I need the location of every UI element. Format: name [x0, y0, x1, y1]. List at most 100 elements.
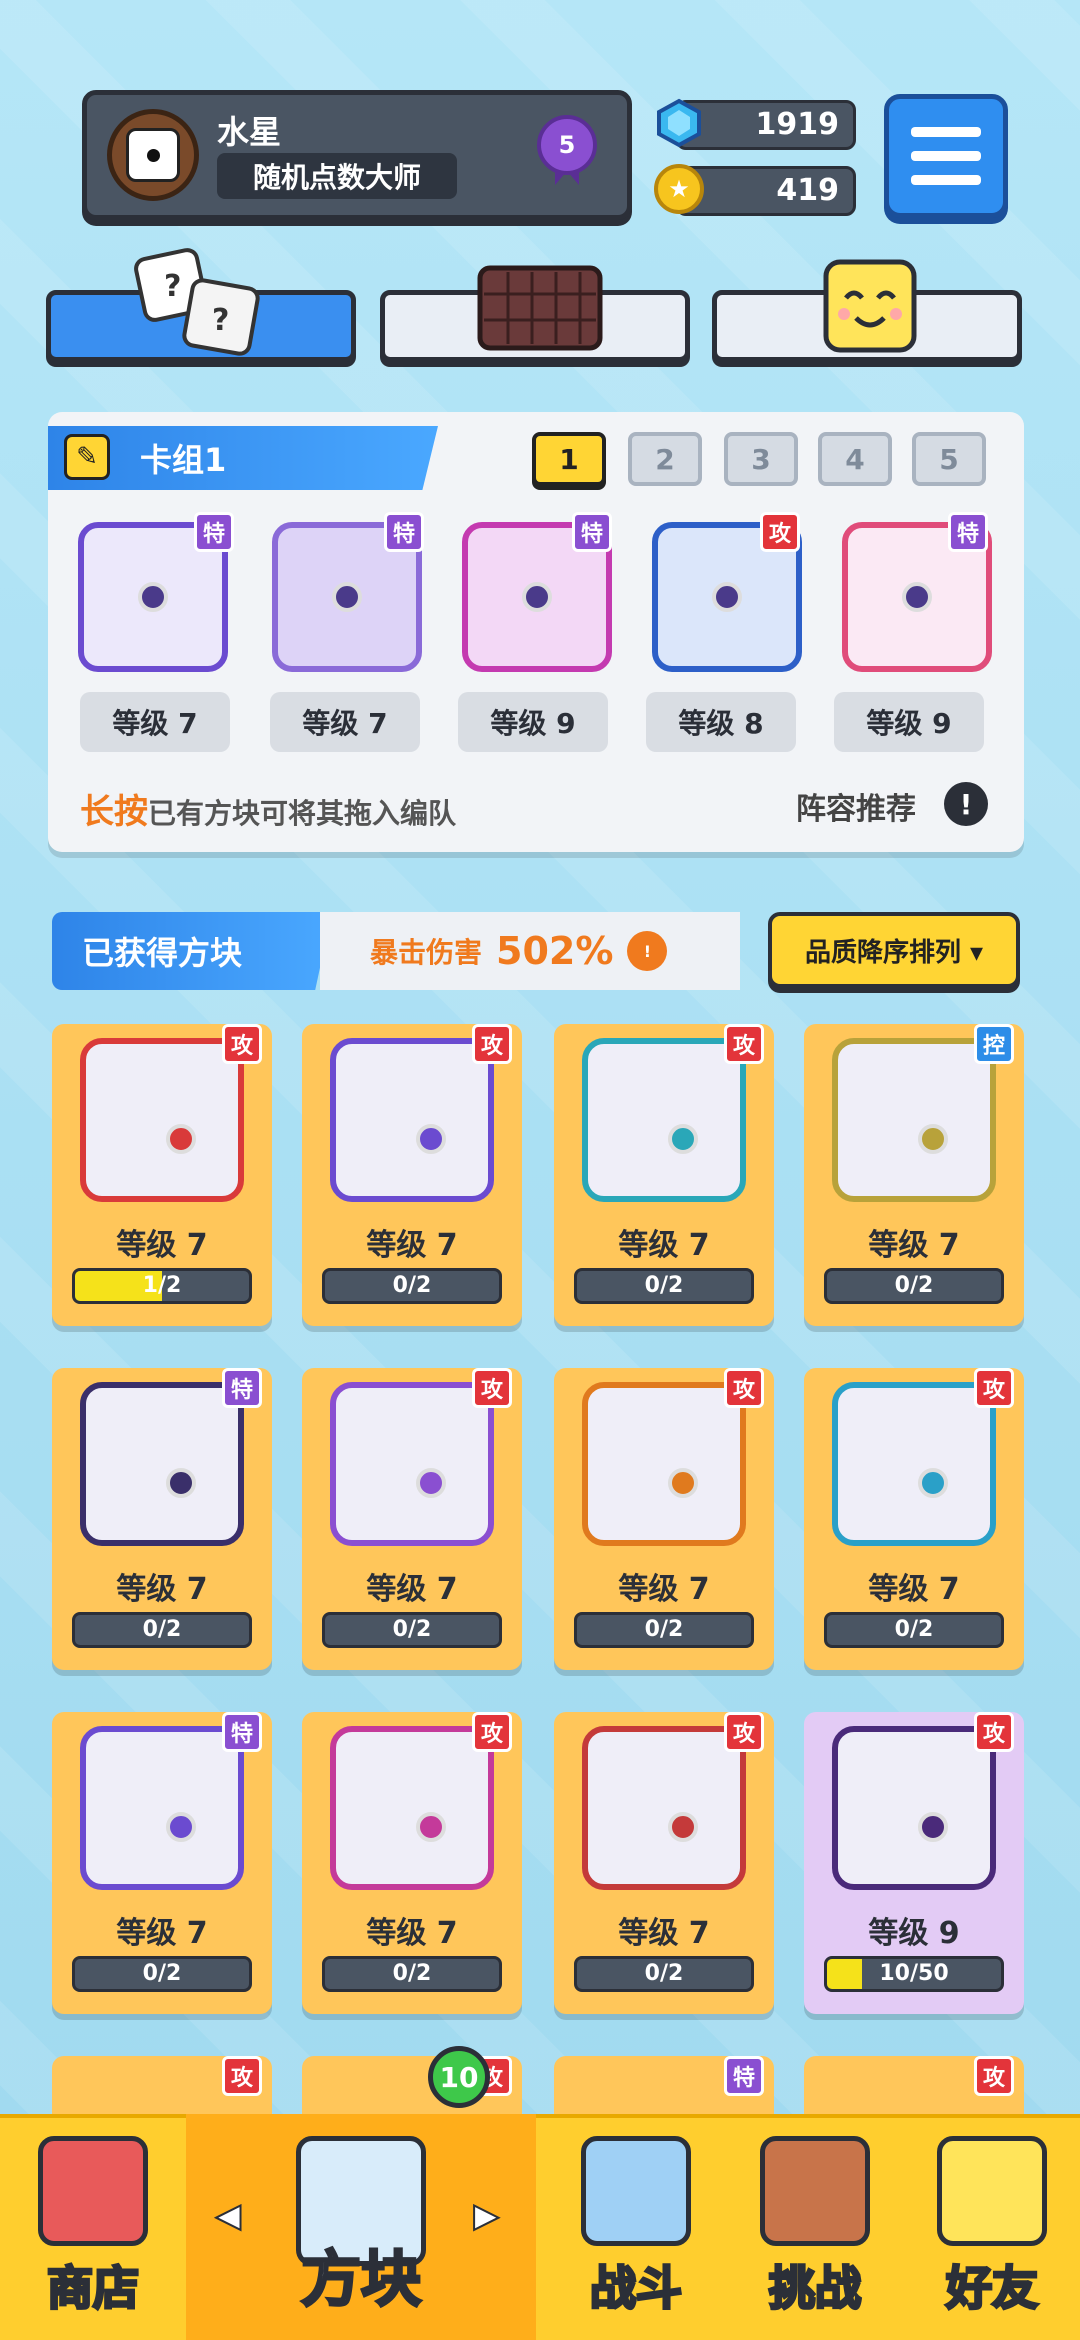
type-tag: 特 — [948, 512, 988, 552]
block-card[interactable]: 攻等级 7 0/2 — [302, 1024, 522, 1326]
block-card[interactable]: 攻等级 7 0/2 — [554, 1024, 774, 1326]
block-art — [832, 1726, 996, 1890]
card-level: 等级 7 — [270, 692, 420, 752]
progress-bar: 0/2 — [824, 1268, 1004, 1304]
block-card[interactable]: 攻等级 7 0/2 — [804, 1368, 1024, 1670]
block-art — [832, 1038, 996, 1202]
type-tag: 攻 — [724, 1024, 764, 1064]
nav-blocks-label: 方块 — [300, 2244, 423, 2317]
dice-icon — [126, 128, 180, 182]
nav-challenge-label: 挑战 — [768, 2260, 863, 2317]
block-pip — [918, 1468, 948, 1498]
progress-bar: 0/2 — [574, 1612, 754, 1648]
block-card[interactable]: 攻等级 7 0/2 — [302, 1368, 522, 1670]
block-pip — [166, 1812, 196, 1842]
progress-text: 0/2 — [644, 1273, 684, 1298]
progress-text: 1/2 — [142, 1273, 182, 1298]
friend-robot-icon — [937, 2136, 1047, 2246]
deck-slot-1[interactable]: 1 — [532, 432, 606, 486]
edit-icon[interactable]: ✎ — [64, 434, 110, 480]
dice-pair-icon: ? ? — [134, 248, 260, 356]
block-pip — [918, 1124, 948, 1154]
type-tag: 攻 — [472, 1368, 512, 1408]
block-pip — [668, 1812, 698, 1842]
next-arrow[interactable]: ▶ — [473, 2195, 500, 2235]
prev-arrow[interactable]: ◀ — [215, 2195, 242, 2235]
block-pip — [416, 1468, 446, 1498]
nav-challenge[interactable]: 挑战 — [726, 2114, 904, 2340]
block-card[interactable]: 控等级 7 0/2 — [804, 1024, 1024, 1326]
shop-icon — [38, 2136, 148, 2246]
block-art — [582, 1038, 746, 1202]
block-art — [80, 1038, 244, 1202]
progress-bar: 0/2 — [574, 1268, 754, 1304]
coin-icon: ★ — [654, 164, 704, 214]
progress-text: 0/2 — [392, 1617, 432, 1642]
castle-icon — [760, 2136, 870, 2246]
type-tag: 特 — [572, 512, 612, 552]
nav-friends-label: 好友 — [945, 2260, 1040, 2317]
card-level: 等级 7 — [80, 692, 230, 752]
player-title: 随机点数大师 — [217, 153, 457, 199]
type-tag: 攻 — [724, 1712, 764, 1752]
nav-battle-label: 战斗 — [589, 2260, 684, 2317]
type-tag: 特 — [222, 1712, 262, 1752]
block-art — [330, 1726, 494, 1890]
block-pip — [166, 1468, 196, 1498]
progress-text: 0/2 — [644, 1961, 684, 1986]
progress-text: 0/2 — [142, 1961, 182, 1986]
block-level: 等级 7 — [618, 1916, 710, 1951]
block-level: 等级 7 — [618, 1228, 710, 1263]
deck-slot-5[interactable]: 5 — [912, 432, 986, 486]
block-card[interactable]: 攻等级 7 0/2 — [554, 1712, 774, 2014]
nav-friends[interactable]: 好友 — [904, 2114, 1080, 2340]
avatar — [107, 109, 199, 201]
block-card[interactable]: 攻等级 9 10/50 — [804, 1712, 1024, 2014]
recommend-button[interactable]: 阵容推荐 — [796, 784, 916, 828]
deck-hint: 长按已有方块可将其拖入编队 — [80, 784, 456, 833]
type-tag: 攻 — [222, 2056, 262, 2096]
type-tag: 特 — [384, 512, 424, 552]
sword-shield-icon — [581, 2136, 691, 2246]
block-art — [582, 1382, 746, 1546]
nav-shop[interactable]: 商店 — [0, 2114, 186, 2340]
progress-text: 0/2 — [142, 1617, 182, 1642]
type-tag: 特 — [724, 2056, 764, 2096]
menu-button[interactable] — [884, 94, 1008, 218]
block-level: 等级 7 — [366, 1572, 458, 1607]
progress-text: 0/2 — [894, 1617, 934, 1642]
progress-text: 0/2 — [894, 1273, 934, 1298]
profile-card[interactable]: 水星 随机点数大师 5 — [82, 90, 632, 220]
progress-bar: 10/50 — [824, 1956, 1004, 1992]
block-level: 等级 7 — [116, 1228, 208, 1263]
nav-battle[interactable]: 战斗 — [546, 2114, 726, 2340]
deck-slot-3[interactable]: 3 — [724, 432, 798, 486]
info-icon[interactable]: ! — [944, 782, 988, 826]
deck-slot-4[interactable]: 4 — [818, 432, 892, 486]
rank-badge[interactable]: 5 — [537, 115, 597, 185]
svg-text:?: ? — [164, 269, 181, 304]
block-art — [330, 1382, 494, 1546]
type-tag: 攻 — [724, 1368, 764, 1408]
sort-dropdown[interactable]: 品质降序排列 ▾ — [768, 912, 1020, 988]
deck-slot-2[interactable]: 2 — [628, 432, 702, 486]
progress-bar: 0/2 — [322, 1956, 502, 1992]
crit-damage[interactable]: 暴击伤害 502% ! — [320, 912, 740, 990]
progress-bar: 0/2 — [72, 1612, 252, 1648]
block-level: 等级 7 — [868, 1228, 960, 1263]
block-level: 等级 7 — [366, 1228, 458, 1263]
crit-label: 暴击伤害 — [370, 936, 483, 969]
block-card[interactable]: 攻等级 7 0/2 — [302, 1712, 522, 2014]
block-pip — [416, 1124, 446, 1154]
gem-amount: 1919 — [755, 107, 840, 142]
block-card[interactable]: 攻等级 7 1/2 — [52, 1024, 272, 1326]
type-tag: 攻 — [974, 1712, 1014, 1752]
block-art — [330, 1038, 494, 1202]
owned-header: 已获得方块 — [52, 912, 332, 990]
block-level: 等级 7 — [116, 1572, 208, 1607]
block-card[interactable]: 特等级 7 0/2 — [52, 1712, 272, 2014]
block-card[interactable]: 特等级 7 0/2 — [52, 1368, 272, 1670]
block-level: 等级 7 — [366, 1916, 458, 1951]
block-card[interactable]: 攻等级 7 0/2 — [554, 1368, 774, 1670]
progress-text: 0/2 — [644, 1617, 684, 1642]
